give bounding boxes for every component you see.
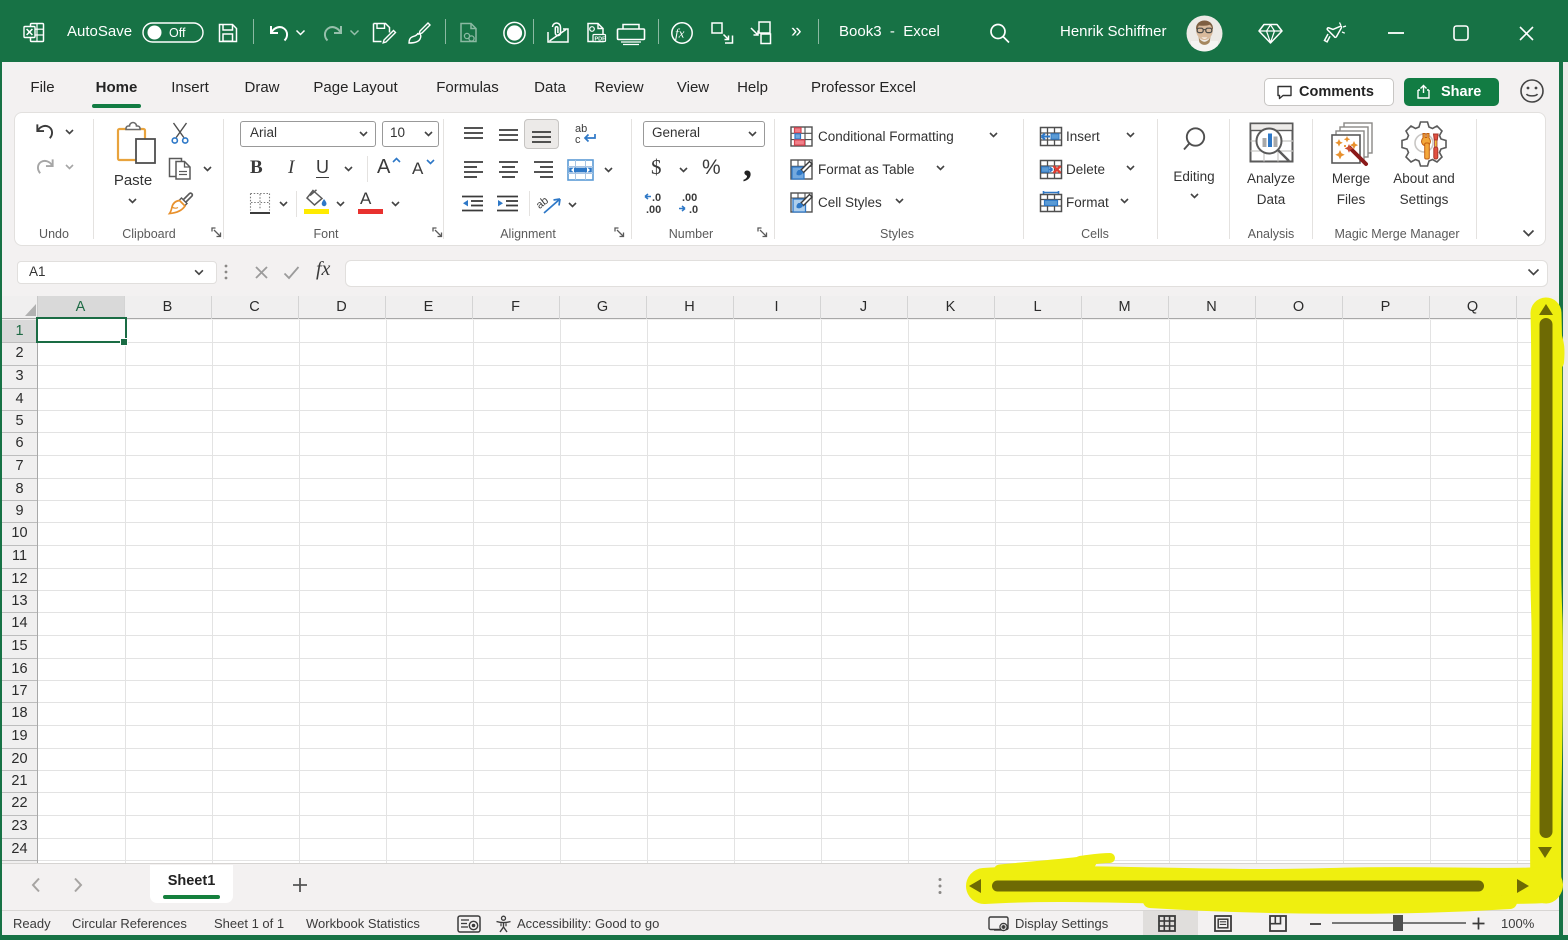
- svg-text:.0: .0: [652, 192, 661, 204]
- svg-text:PDF: PDF: [595, 36, 607, 42]
- svg-text:c: c: [575, 134, 581, 146]
- svg-text:Off: Off: [169, 26, 186, 40]
- svg-text:fx: fx: [675, 26, 685, 41]
- svg-text:.00: .00: [682, 192, 697, 204]
- svg-text:.0: .0: [689, 204, 698, 216]
- svg-text:.00: .00: [646, 204, 661, 216]
